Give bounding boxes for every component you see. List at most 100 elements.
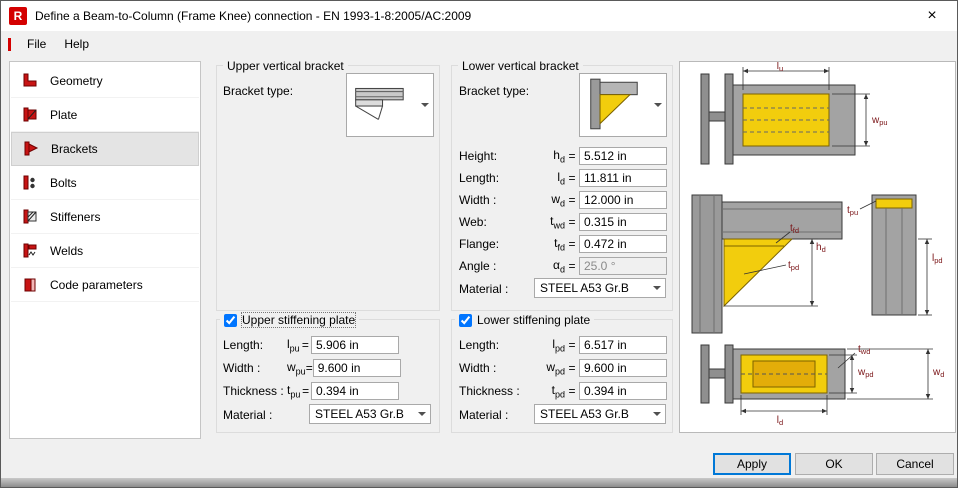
upper-bracket-type-select[interactable] — [346, 73, 434, 137]
upper-plate-length-input[interactable] — [311, 336, 399, 354]
lower-plate-width-input[interactable] — [579, 359, 667, 377]
apply-button[interactable]: Apply — [713, 453, 791, 475]
symbol-text: w — [546, 359, 555, 374]
sidebar-item-welds[interactable]: Welds — [11, 234, 199, 268]
geometry-icon — [21, 72, 39, 90]
dialog-window: R Define a Beam-to-Column (Frame Knee) c… — [0, 0, 958, 488]
lower-bracket-material-select[interactable]: STEEL A53 Gr.B — [534, 278, 666, 298]
angle-input — [579, 257, 667, 275]
diagram-bottom-view — [700, 344, 846, 404]
field-label: Angle : — [459, 259, 497, 273]
upper-plate-width-input[interactable] — [312, 359, 401, 377]
diagram-section-view — [871, 194, 917, 316]
lower-bracket-group-title: Lower vertical bracket — [458, 59, 583, 73]
upper-plate-title-row: Upper stiffening plate — [220, 312, 360, 328]
web-input[interactable] — [579, 213, 667, 231]
symbol-sub: pu — [295, 366, 306, 377]
row-width: Width : wd = — [459, 190, 667, 210]
flange-input[interactable] — [579, 235, 667, 253]
connection-diagram: lu wpu tpu tfd hd tpd lpd twd wpd wd ld — [691, 61, 944, 427]
app-icon: R — [9, 7, 27, 25]
lower-plate-title-row: Lower stiffening plate — [455, 312, 595, 328]
dim-sub: fd — [793, 226, 799, 235]
field-label: Width : — [459, 193, 497, 207]
sidebar-item-stiffeners[interactable]: Stiffeners — [11, 200, 199, 234]
row-angle: Angle : αd = — [459, 256, 667, 276]
diagram-panel: lu wpu tpu tfd hd tpd lpd twd wpd wd ld — [679, 61, 956, 433]
equals-sign: = — [568, 193, 576, 207]
upper-plate-material-select[interactable]: STEEL A53 Gr.B — [309, 404, 431, 424]
equals-sign: = — [568, 237, 576, 251]
row-lower-plate-length: Length: lpd = — [459, 335, 667, 355]
field-label: Length: — [223, 338, 264, 352]
cancel-button[interactable]: Cancel — [876, 453, 954, 475]
sidebar-item-code-parameters[interactable]: Code parameters — [11, 268, 199, 302]
menu-help[interactable]: Help — [55, 33, 98, 55]
upper-plate-material-label: Material : — [223, 408, 273, 422]
length-input[interactable] — [579, 169, 667, 187]
lower-plate-checkbox[interactable] — [459, 313, 472, 327]
chevron-down-icon — [648, 405, 665, 423]
equals-sign: = — [302, 384, 310, 398]
field-symbol: tfd — [539, 236, 565, 252]
dim-label-lu: lu — [777, 62, 783, 73]
dim-sub: pu — [879, 118, 887, 127]
ok-button[interactable]: OK — [795, 453, 873, 475]
lower-plate-thickness-input[interactable] — [579, 382, 667, 400]
upper-bracket-type-image — [355, 87, 404, 120]
height-input[interactable] — [579, 147, 667, 165]
symbol-text: w — [551, 191, 560, 206]
equals-sign: = — [568, 171, 576, 185]
chevron-down-icon — [649, 74, 666, 136]
upper-plate-checkbox[interactable] — [224, 313, 237, 327]
dim-sub: d — [940, 370, 944, 379]
sidebar-item-geometry[interactable]: Geometry — [11, 64, 199, 98]
chevron-down-icon — [648, 279, 665, 297]
dim-sub: u — [779, 64, 783, 73]
row-upper-plate-width: Width : wpu = — [223, 358, 401, 378]
upper-plate-thickness-input[interactable] — [311, 382, 399, 400]
sidebar-item-label: Bolts — [50, 175, 77, 190]
field-symbol: tpu — [287, 383, 300, 399]
equals-sign: = — [568, 149, 576, 163]
menu-accent-bar — [8, 37, 11, 51]
dim-sub: d — [779, 418, 783, 427]
lower-bracket-type-image — [590, 78, 638, 130]
symbol-text: h — [553, 147, 560, 162]
equals-sign: = — [568, 259, 576, 273]
plate-icon — [21, 106, 39, 124]
dim-sub: wd — [860, 347, 871, 356]
field-label: Thickness : — [223, 384, 284, 398]
menu-bar: File Help — [1, 31, 957, 57]
dim-label-lpd: lpd — [932, 253, 943, 265]
lower-bracket-type-select[interactable] — [579, 73, 667, 137]
dim-label-wpd: wpd — [857, 367, 874, 379]
lower-plate-material-select[interactable]: STEEL A53 Gr.B — [534, 404, 666, 424]
menu-file[interactable]: File — [18, 33, 55, 55]
close-button[interactable]: × — [915, 2, 949, 30]
sidebar-item-bolts[interactable]: Bolts — [11, 166, 199, 200]
symbol-sub: pu — [289, 343, 300, 354]
sidebar-item-plate[interactable]: Plate — [11, 98, 199, 132]
field-label: Width : — [459, 361, 497, 375]
width-input[interactable] — [579, 191, 667, 209]
field-label: Length: — [459, 171, 500, 185]
sidebar: Geometry Plate Brackets Bolts Stiffeners… — [9, 61, 201, 439]
equals-sign: = — [568, 361, 576, 375]
field-symbol: αd — [539, 258, 565, 274]
dim-sub: pd — [865, 370, 873, 379]
row-flange: Flange: tfd = — [459, 234, 667, 254]
diagram-top-view — [700, 73, 856, 165]
row-lower-plate-width: Width : wpd = — [459, 358, 667, 378]
field-symbol: tpd — [539, 383, 565, 399]
equals-sign: = — [568, 384, 576, 398]
field-label: Height: — [459, 149, 498, 163]
lower-plate-length-input[interactable] — [579, 336, 667, 354]
field-symbol: wd — [539, 192, 565, 208]
symbol-sub: pd — [554, 389, 565, 400]
lower-plate-material-label: Material : — [459, 408, 509, 422]
sidebar-item-brackets[interactable]: Brackets — [11, 132, 199, 166]
row-length: Length: ld = — [459, 168, 667, 188]
diagram-side-view — [691, 194, 843, 334]
field-symbol: wpu — [287, 360, 306, 376]
